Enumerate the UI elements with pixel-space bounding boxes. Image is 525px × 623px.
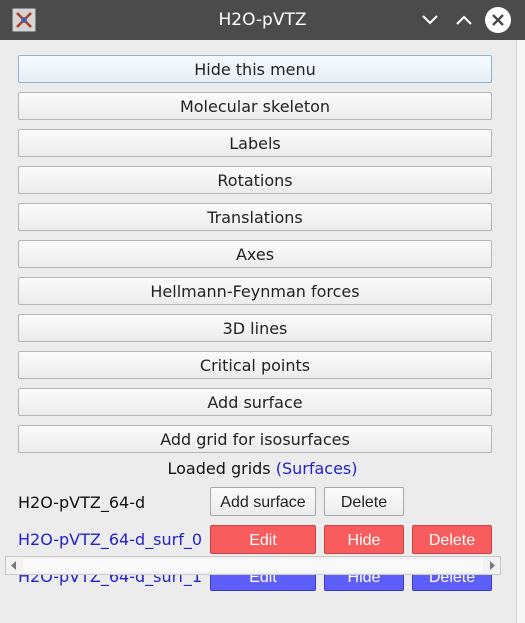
triangle-right-icon — [490, 561, 495, 570]
surface-0-hide-button[interactable]: Hide — [324, 525, 404, 554]
surface-0-delete-button[interactable]: Delete — [412, 525, 492, 554]
scroll-right-button[interactable] — [484, 557, 500, 574]
critical-points-button[interactable]: Critical points — [18, 351, 492, 379]
rotations-button[interactable]: Rotations — [18, 166, 492, 194]
surface-0-edit-button[interactable]: Edit — [210, 525, 316, 554]
menu-panel: Hide this menu Molecular skeleton Labels… — [0, 40, 525, 623]
translations-button[interactable]: Translations — [18, 203, 492, 231]
grid-add-surface-button[interactable]: Add surface — [210, 487, 316, 516]
minimize-button[interactable] — [417, 8, 443, 32]
grid-delete-button[interactable]: Delete — [324, 487, 404, 516]
vertical-scroll-edge — [516, 40, 525, 623]
close-icon — [492, 14, 504, 26]
hide-menu-button[interactable]: Hide this menu — [18, 55, 492, 83]
add-grid-button[interactable]: Add grid for isosurfaces — [18, 425, 492, 453]
axes-button[interactable]: Axes — [18, 240, 492, 268]
grid-name: H2O-pVTZ_64-d — [18, 493, 146, 512]
add-surface-button[interactable]: Add surface — [18, 388, 492, 416]
loaded-grids-heading: Loaded grids (Surfaces) — [0, 459, 525, 478]
close-button[interactable] — [485, 7, 511, 33]
hellmann-feynman-forces-button[interactable]: Hellmann-Feynman forces — [18, 277, 492, 305]
window-title: H2O-pVTZ — [218, 10, 307, 30]
scroll-left-button[interactable] — [6, 557, 22, 574]
molecular-skeleton-button[interactable]: Molecular skeleton — [18, 92, 492, 120]
window-titlebar: H2O-pVTZ — [0, 0, 525, 40]
surfaces-link[interactable]: (Surfaces) — [276, 459, 358, 478]
chevron-down-icon — [422, 15, 438, 25]
maximize-button[interactable] — [451, 8, 477, 32]
surface-0-name[interactable]: H2O-pVTZ_64-d_surf_0 — [18, 530, 202, 549]
loaded-grids-title: Loaded grids — [167, 459, 271, 478]
triangle-left-icon — [11, 561, 16, 570]
labels-button[interactable]: Labels — [18, 129, 492, 157]
scrollbar-track[interactable] — [23, 559, 483, 572]
chevron-up-icon — [456, 15, 472, 25]
3d-lines-button[interactable]: 3D lines — [18, 314, 492, 342]
horizontal-scrollbar[interactable] — [5, 556, 501, 575]
